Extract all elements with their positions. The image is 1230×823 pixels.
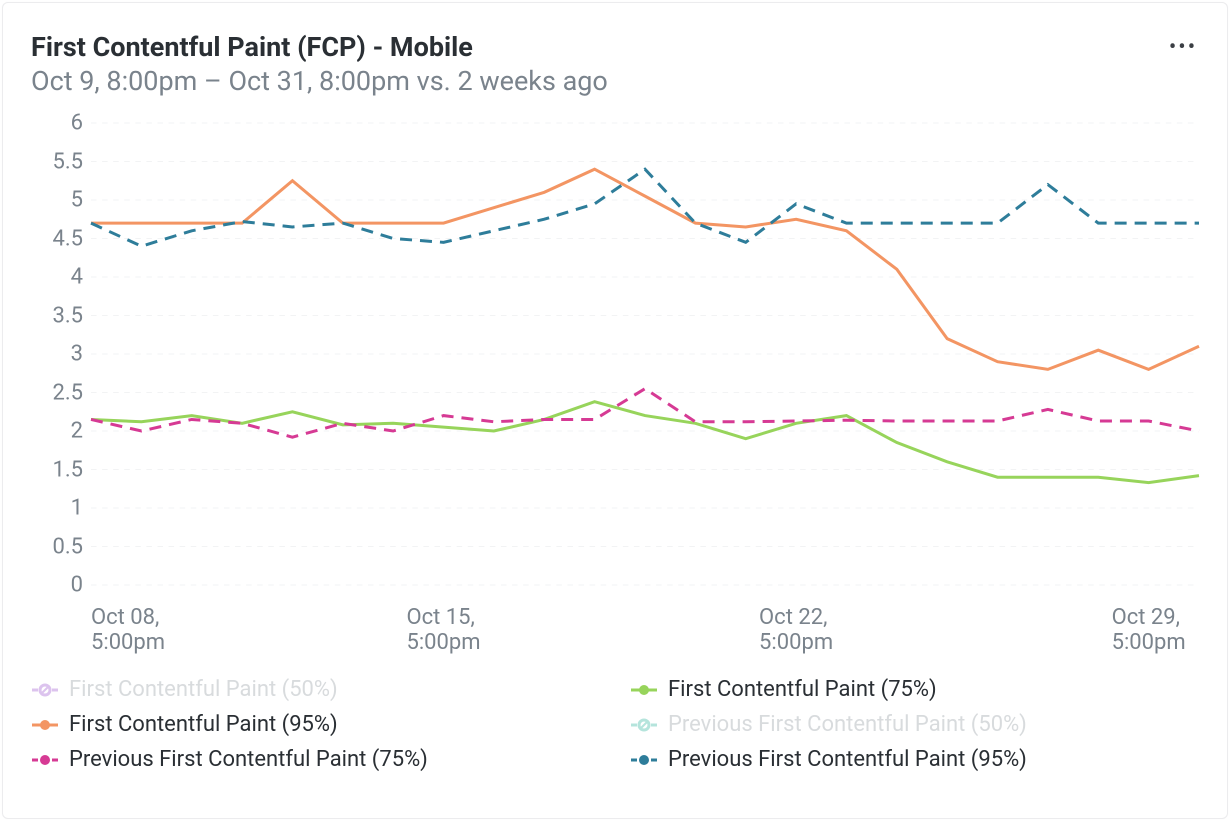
y-tick-label: 0 bbox=[71, 573, 83, 598]
chart-subtitle: Oct 9, 8:00pm – Oct 31, 8:00pm vs. 2 wee… bbox=[31, 63, 1167, 101]
legend-swatch-icon bbox=[31, 750, 59, 770]
series-line-prev_p75 bbox=[91, 389, 1199, 438]
y-tick-label: 2.5 bbox=[52, 380, 83, 405]
x-tick-label: Oct 15,5:00pm bbox=[406, 605, 480, 655]
legend-swatch-icon bbox=[630, 750, 658, 770]
x-tick-label: Oct 08,5:00pm bbox=[91, 605, 165, 655]
y-tick-label: 1.5 bbox=[52, 457, 83, 482]
more-options-button[interactable]: ••• bbox=[1167, 31, 1199, 63]
legend-item-p95[interactable]: First Contentful Paint (95%) bbox=[31, 712, 600, 737]
y-tick-label: 4.5 bbox=[52, 226, 83, 251]
legend-label: First Contentful Paint (50%) bbox=[69, 677, 338, 702]
legend-label: First Contentful Paint (75%) bbox=[668, 677, 937, 702]
legend-swatch-icon bbox=[630, 715, 658, 735]
chart-title: First Contentful Paint (FCP) - Mobile bbox=[31, 31, 1167, 63]
legend-swatch-icon bbox=[630, 680, 658, 700]
y-tick-label: 2 bbox=[71, 419, 83, 444]
y-tick-label: 3 bbox=[71, 342, 83, 367]
ellipsis-icon: ••• bbox=[1169, 35, 1197, 60]
x-tick-label: Oct 22,5:00pm bbox=[759, 605, 833, 655]
card-header: First Contentful Paint (FCP) - Mobile Oc… bbox=[31, 31, 1199, 101]
legend-swatch-icon bbox=[31, 715, 59, 735]
y-tick-label: 6 bbox=[71, 111, 83, 136]
legend-label: Previous First Contentful Paint (95%) bbox=[668, 747, 1027, 772]
x-tick-label: Oct 29,5:00pm bbox=[1112, 605, 1186, 655]
legend-label: Previous First Contentful Paint (75%) bbox=[69, 747, 428, 772]
x-axis: Oct 08,5:00pm Oct 15,5:00pm Oct 22,5:00pm O… bbox=[91, 605, 1199, 655]
y-tick-label: 5.5 bbox=[52, 149, 83, 174]
legend-swatch-icon bbox=[31, 680, 59, 700]
chart-card: First Contentful Paint (FCP) - Mobile Oc… bbox=[2, 2, 1228, 819]
plot-svg bbox=[91, 123, 1199, 585]
legend-item-prev_p95[interactable]: Previous First Contentful Paint (95%) bbox=[630, 747, 1199, 772]
legend-item-p50[interactable]: First Contentful Paint (50%) bbox=[31, 677, 600, 702]
y-tick-label: 5 bbox=[71, 188, 83, 213]
series-line-prev_p95 bbox=[91, 169, 1199, 246]
y-tick-label: 1 bbox=[71, 496, 83, 521]
legend-label: First Contentful Paint (95%) bbox=[69, 712, 338, 737]
legend-item-prev_p75[interactable]: Previous First Contentful Paint (75%) bbox=[31, 747, 600, 772]
y-axis: 00.511.522.533.544.555.56 bbox=[31, 123, 91, 653]
plot-area bbox=[91, 123, 1199, 585]
legend: First Contentful Paint (50%) First Conten… bbox=[31, 677, 1199, 772]
y-tick-label: 3.5 bbox=[52, 303, 83, 328]
titles: First Contentful Paint (FCP) - Mobile Oc… bbox=[31, 31, 1167, 101]
y-tick-label: 4 bbox=[71, 265, 83, 290]
series-line-p95 bbox=[91, 169, 1199, 369]
legend-item-prev_p50[interactable]: Previous First Contentful Paint (50%) bbox=[630, 712, 1199, 737]
legend-label: Previous First Contentful Paint (50%) bbox=[668, 712, 1027, 737]
legend-item-p75[interactable]: First Contentful Paint (75%) bbox=[630, 677, 1199, 702]
chart-area: 00.511.522.533.544.555.56 Oct 08,5:00pmO… bbox=[31, 123, 1199, 653]
y-tick-label: 0.5 bbox=[52, 534, 83, 559]
